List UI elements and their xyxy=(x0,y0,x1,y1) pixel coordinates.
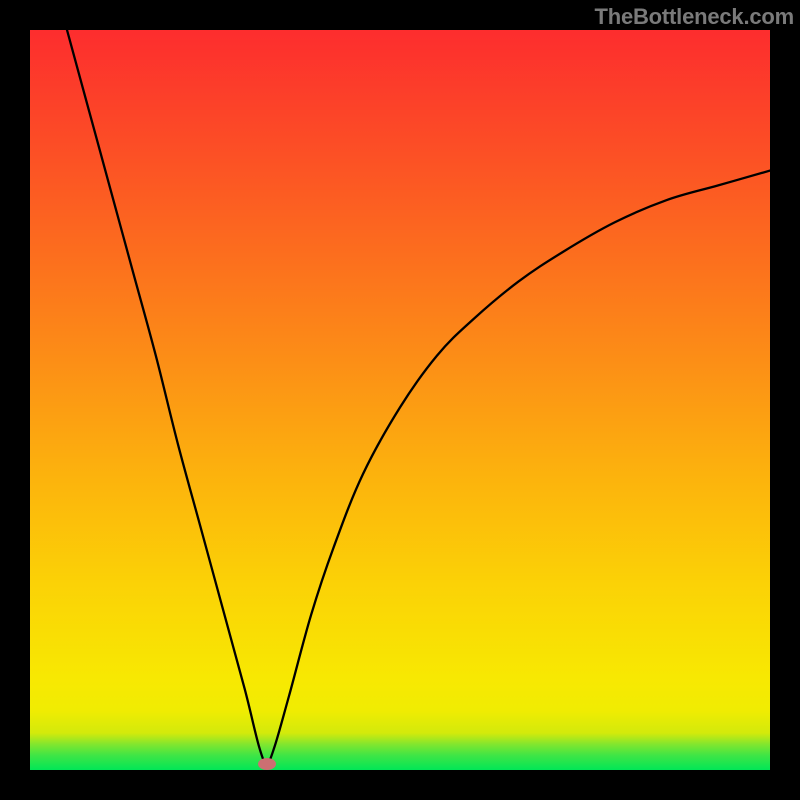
watermark-text: TheBottleneck.com xyxy=(594,4,794,30)
curve-minimum-marker xyxy=(258,758,276,770)
curve-path xyxy=(67,30,770,763)
chart-plot-area xyxy=(30,30,770,770)
bottleneck-curve xyxy=(30,30,770,770)
